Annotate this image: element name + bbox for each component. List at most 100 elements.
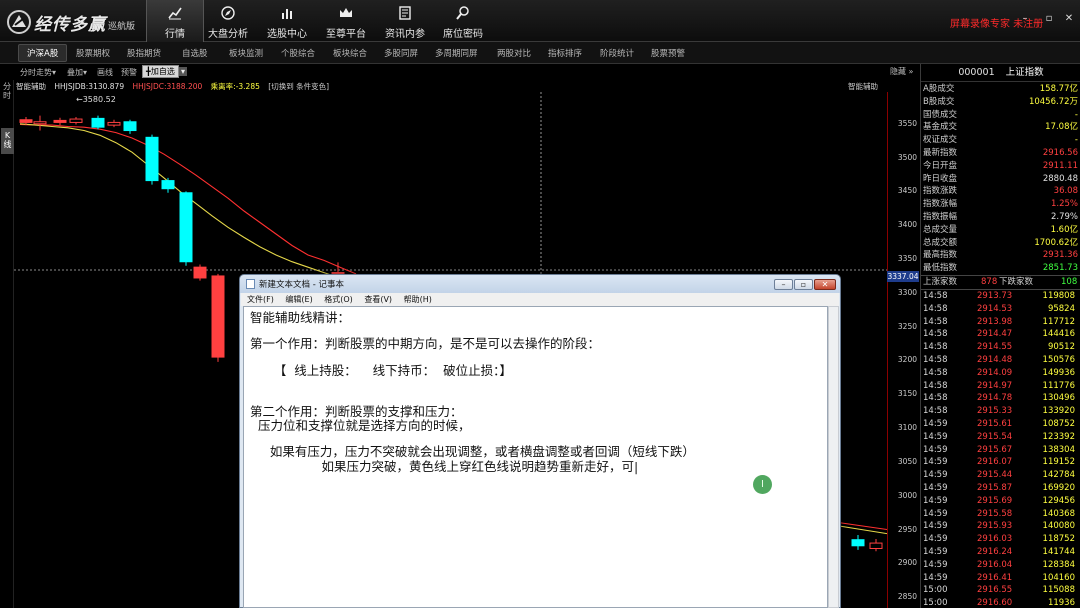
restore-icon[interactable]: ▫ (1044, 14, 1054, 24)
advance-decline-row: 上涨家数 878 下跌家数 108 (921, 276, 1080, 289)
candle-body (123, 121, 137, 132)
index-name: 上证指数 (1005, 67, 1044, 78)
tick-row: 14:59 2916.03 118752 (921, 533, 1080, 546)
tab-stock-overview[interactable]: 个股综合 (281, 47, 315, 59)
tick-volume: 129456 (1042, 495, 1075, 506)
tab-sector-overview[interactable]: 板块综合 (333, 47, 367, 59)
quote-value: 36.08 (1053, 186, 1078, 197)
indicator-legend: 智能辅助 HHJSJDB:3130.879 HHJSJDC:3188.200 乘… (16, 81, 335, 92)
quote-label: A股成交 (923, 84, 955, 94)
tick-time: 14:59 (923, 534, 948, 545)
quote-row: B股成交 10456.72万 (921, 96, 1080, 109)
tab-stock-alert[interactable]: 股票预警 (651, 47, 685, 59)
minimize-icon[interactable]: – (1020, 14, 1030, 24)
quote-label: 今日开盘 (923, 160, 958, 171)
nav-label: 行情 (165, 29, 185, 40)
tick-time: 14:58 (923, 291, 948, 301)
overlay-button[interactable]: 叠加▾ (67, 67, 87, 78)
quote-label: 指数涨幅 (923, 199, 958, 210)
menu-help[interactable]: 帮助(H) (404, 295, 432, 304)
menu-file[interactable]: 文件(F) (247, 295, 274, 304)
tab-hushen-a[interactable]: 沪深A股 (18, 44, 68, 62)
tab-multi-stock[interactable]: 多股同屏 (384, 47, 418, 59)
draw-button[interactable]: 画线 (97, 67, 113, 78)
tab-multi-period[interactable]: 多周期同屏 (435, 47, 478, 59)
tick-time: 15:00 (923, 598, 948, 608)
tick-price: 2914.47 (977, 329, 1013, 340)
notepad-titlebar[interactable]: 新建文本文档 - 记事本 – ▫ ✕ (240, 275, 840, 293)
close-icon[interactable]: ✕ (1064, 14, 1074, 24)
tick-volume: 142784 (1042, 470, 1075, 481)
tick-row: 14:58 2914.55 90512 (921, 341, 1080, 354)
nav-hangqing[interactable]: 行情 (146, 0, 204, 42)
quote-row: 今日开盘 2911.11 (921, 160, 1080, 173)
quote-value: 2916.56 (1042, 148, 1078, 158)
tick-time: 14:58 (923, 406, 948, 417)
quote-value: 2.79% (1050, 212, 1078, 222)
hide-panel-button[interactable]: 隐藏 » (890, 66, 913, 77)
tab-kline[interactable]: K线 (1, 128, 14, 154)
intraday-button[interactable]: 分时走势▾ (20, 67, 56, 78)
quote-row: 最高指数 2931.36 (921, 249, 1080, 262)
tick-volume: 149936 (1042, 367, 1075, 378)
tab-watchlist[interactable]: 自选股 (182, 47, 208, 59)
candle-body (53, 119, 67, 123)
y-tick-label: 3050 (897, 456, 917, 466)
tick-price: 2916.24 (977, 547, 1013, 557)
tab-sector-monitor[interactable]: 板块监测 (229, 47, 263, 59)
tick-volume: 138304 (1042, 444, 1075, 455)
quote-label: 昨日收盘 (923, 173, 958, 184)
notepad-menubar: 文件(F) 编辑(E) 格式(O) 查看(V) 帮助(H) (241, 293, 839, 306)
tick-volume: 117712 (1042, 316, 1075, 327)
tab-compare[interactable]: 两股对比 (497, 47, 531, 59)
notepad-text-area[interactable]: 智能辅助线精讲： 第一个作用：判断股票的中期方向，是不是可以去操作的阶段： 【 … (243, 306, 828, 608)
tab-indicator-sort[interactable]: 指标排序 (548, 47, 582, 59)
tick-row: 14:59 2915.44 142784 (921, 469, 1080, 482)
add-watchlist-dropdown[interactable]: ▾ (179, 67, 188, 76)
notepad-maximize-button[interactable]: ▫ (794, 279, 813, 290)
y-tick-label: 2850 (897, 592, 917, 602)
tick-volume: 104160 (1042, 572, 1075, 583)
tick-price: 2913.98 (977, 316, 1013, 327)
high-price-label: ←3580.52 (76, 95, 116, 104)
menu-edit[interactable]: 编辑(E) (285, 295, 312, 304)
quote-row: 指数涨跌 36.08 (921, 185, 1080, 198)
nav-zixun[interactable]: 资讯内参 (376, 0, 434, 42)
tab-fenshi[interactable]: 分时 (0, 82, 14, 100)
tick-row: 14:59 2915.69 129456 (921, 495, 1080, 508)
tick-price: 2914.53 (977, 303, 1013, 314)
nav-xuangu[interactable]: 选股中心 (258, 0, 316, 42)
notepad-scrollbar[interactable] (828, 306, 839, 608)
notepad-icon (246, 279, 255, 289)
y-tick-label: 2950 (897, 524, 917, 534)
alert-button[interactable]: 预警 (121, 67, 137, 78)
notepad-window[interactable]: 新建文本文档 - 记事本 – ▫ ✕ 文件(F) 编辑(E) 格式(O) 查看(… (239, 274, 841, 608)
tick-time: 14:58 (923, 342, 948, 353)
nav-dapan[interactable]: 大盘分析 (199, 0, 257, 42)
tick-price: 2916.55 (977, 585, 1013, 596)
tick-row: 14:58 2914.47 144416 (921, 328, 1080, 341)
magnifier-icon (456, 6, 469, 20)
tick-price: 2914.78 (977, 393, 1013, 404)
menu-view[interactable]: 查看(V) (364, 295, 392, 304)
tick-price: 2913.73 (977, 291, 1013, 301)
tick-price: 2915.69 (977, 495, 1013, 506)
nav-zhizun[interactable]: 至尊平台 (317, 0, 375, 42)
menu-format[interactable]: 格式(O) (324, 295, 353, 304)
tab-stage-stats[interactable]: 阶段统计 (600, 47, 634, 59)
tick-price: 2916.07 (977, 457, 1013, 468)
mouse-cursor-icon: Ⅰ (753, 475, 772, 494)
y-tick-label: 2900 (897, 558, 917, 568)
indicator-switch[interactable]: [切换到 条件变色] (268, 82, 329, 91)
add-watchlist-button[interactable]: ╋加自选 (142, 65, 179, 78)
index-code: 000001 (958, 67, 995, 78)
ma-red-line-tail (839, 522, 887, 531)
notepad-close-button[interactable]: ✕ (814, 279, 836, 290)
tick-row: 14:59 2915.93 140080 (921, 520, 1080, 533)
newspaper-icon (399, 6, 411, 20)
tab-futures[interactable]: 股指期货 (127, 47, 161, 59)
notepad-minimize-button[interactable]: – (774, 279, 793, 290)
y-tick-label: 3200 (897, 355, 917, 365)
tab-options[interactable]: 股票期权 (76, 47, 110, 59)
nav-xiwei[interactable]: 席位密码 (434, 0, 492, 42)
